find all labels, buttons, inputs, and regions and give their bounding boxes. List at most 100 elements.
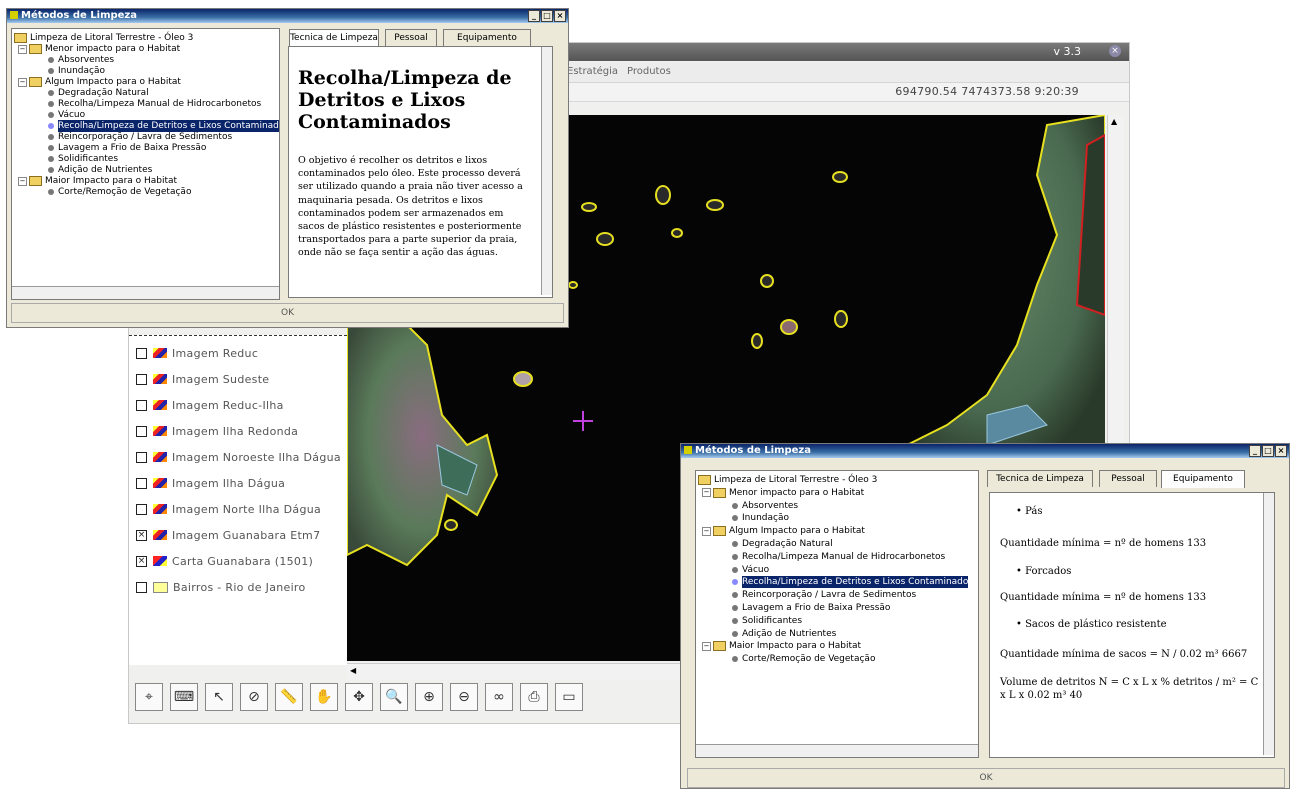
bullet-icon (48, 90, 54, 96)
dialog2-title: Métodos de Limpeza (695, 445, 811, 456)
bullet-icon (732, 605, 738, 611)
layer-row[interactable]: Bairros - Rio de Janeiro (136, 579, 306, 595)
tree-folder[interactable]: − Algum Impacto para o Habitat (702, 525, 865, 537)
zoom-out-icon[interactable]: ⊖ (450, 683, 478, 711)
image-layer-icon (153, 530, 167, 540)
tree-horizontal-scrollbar[interactable] (12, 286, 279, 299)
tree-item[interactable]: Degradação Natural (732, 538, 833, 550)
menu-produtos[interactable]: Produtos (627, 66, 671, 77)
tree-item[interactable]: Reincorporação / Lavra de Sedimentos (732, 589, 916, 601)
tree-item[interactable]: Inundação (732, 512, 789, 524)
tree-label: Algum Impacto para o Habitat (729, 526, 865, 537)
content-scrollbar[interactable] (541, 47, 552, 295)
tree-label: Menor impacto para o Habitat (729, 487, 865, 498)
tab-equipamento[interactable]: Equipamento (1161, 470, 1245, 488)
layer-row[interactable]: Imagem Reduc-Ilha (136, 397, 284, 413)
unchecked-checkbox[interactable] (136, 581, 147, 593)
unchecked-checkbox[interactable] (136, 503, 147, 515)
methods-tree[interactable]: Limpeza de Litoral Terrestre - Óleo 3− Me… (11, 28, 280, 300)
maximize-icon[interactable]: □ (541, 10, 553, 22)
tree-item[interactable]: Absorventes (732, 500, 798, 512)
layer-row[interactable]: × Imagem Guanabara Etm7 (136, 527, 320, 543)
no-entry-icon[interactable]: ⊘ (240, 683, 268, 711)
close-icon[interactable]: × (1275, 445, 1287, 457)
unchecked-checkbox[interactable] (136, 347, 147, 359)
layer-row[interactable]: Imagem Ilha Dágua (136, 475, 285, 491)
maximize-icon[interactable]: □ (1262, 445, 1274, 457)
tree-item[interactable]: Recolha/Limpeza Manual de Hidrocarboneto… (732, 551, 945, 563)
tree-item[interactable]: Corte/Remoção de Vegetação (732, 653, 875, 665)
pan-arrows-icon[interactable]: ✥ (345, 683, 373, 711)
tree-item[interactable]: Solidificantes (732, 615, 802, 627)
tree-label: Adição de Nutrientes (742, 628, 837, 639)
tree-folder[interactable]: Limpeza de Litoral Terrestre - Óleo 3 (698, 474, 877, 486)
tree-item[interactable]: Adição de Nutrientes (732, 628, 836, 640)
unchecked-checkbox[interactable] (136, 399, 147, 411)
close-icon[interactable]: × (554, 10, 566, 22)
equipment-item: • Forcados (1016, 565, 1278, 578)
tree-label: Recolha/Limpeza de Detritos e Lixos Cont… (742, 576, 969, 589)
printer-icon[interactable]: ⎙ (520, 683, 548, 711)
pointer-icon[interactable]: ↖ (205, 683, 233, 711)
image-layer-icon (153, 452, 167, 462)
menu-estrategia[interactable]: Estratégia (567, 66, 618, 77)
methods-tree[interactable]: Limpeza de Litoral Terrestre - Óleo 3 − Me… (695, 470, 979, 758)
hand-icon[interactable]: ✋ (310, 683, 338, 711)
minimize-icon[interactable]: _ (1249, 445, 1261, 457)
tab-pessoal[interactable]: Pessoal (385, 29, 437, 46)
ruler-icon[interactable]: 📏 (275, 683, 303, 711)
camera-icon[interactable]: ▭ (555, 683, 583, 711)
layer-row[interactable]: Imagem Sudeste (136, 371, 269, 387)
app-icon (684, 446, 692, 454)
layer-row[interactable]: Imagem Ilha Redonda (136, 423, 298, 439)
tree-horizontal-scrollbar[interactable] (696, 744, 978, 757)
equipment-content: • Pás Quantidade mínima = nº de homens 13… (989, 492, 1275, 758)
zoom-icon[interactable]: 🔍 (380, 683, 408, 711)
tree-item[interactable]: Corte/Remoção de Vegetação (48, 186, 191, 198)
polygon-layer-icon (153, 581, 168, 593)
binoculars-icon[interactable]: ∞ (485, 683, 513, 711)
close-icon[interactable]: × (1109, 45, 1121, 57)
checked-checkbox[interactable]: × (136, 555, 147, 567)
zoom-in-icon[interactable]: ⊕ (415, 683, 443, 711)
tree-folder[interactable]: − Maior Impacto para o Habitat (702, 640, 861, 652)
unchecked-checkbox[interactable] (136, 425, 147, 437)
checked-checkbox[interactable]: × (136, 529, 147, 541)
collapse-icon[interactable]: − (702, 488, 711, 498)
unchecked-checkbox[interactable] (136, 477, 147, 489)
layer-row[interactable]: Imagem Noroeste Ilha Dágua (136, 449, 341, 465)
keyboard-icon[interactable]: ⌨ (170, 683, 198, 711)
tab-tecnica-de-limpeza[interactable]: Tecnica de Limpeza (987, 470, 1093, 487)
layer-label: Imagem Ilha Dágua (172, 476, 286, 490)
collapse-icon[interactable]: − (18, 77, 27, 87)
collapse-icon[interactable]: − (18, 44, 27, 54)
content-text: Pás (1025, 506, 1043, 517)
scroll-left-icon[interactable]: ◀ (350, 666, 356, 675)
minimize-icon[interactable]: _ (528, 10, 540, 22)
unchecked-checkbox[interactable] (136, 373, 147, 385)
quantity-line: Volume de detritos N = C x L x % detrito… (1000, 676, 1262, 702)
tab-tecnica-de-limpeza[interactable]: Tecnica de Limpeza (289, 29, 379, 47)
bullet-icon (48, 134, 54, 140)
ok-button[interactable]: OK (687, 768, 1285, 788)
crosshair-icon[interactable]: ⌖ (135, 683, 163, 711)
layer-label: Imagem Reduc (172, 346, 259, 360)
tree-label: Maior Impacto para o Habitat (729, 641, 862, 652)
tab-pessoal[interactable]: Pessoal (1099, 470, 1157, 487)
layer-row[interactable]: × Carta Guanabara (1501) (136, 553, 313, 569)
collapse-icon[interactable]: − (702, 641, 711, 651)
bullet-icon (48, 123, 54, 129)
tree-item[interactable]: Vácuo (732, 564, 769, 576)
scroll-up-icon[interactable]: ▲ (1111, 117, 1117, 126)
layer-row[interactable]: Imagem Reduc (136, 345, 258, 361)
layer-label: Imagem Sudeste (172, 372, 270, 386)
layer-row[interactable]: Imagem Norte Ilha Dágua (136, 501, 321, 517)
collapse-icon[interactable]: − (702, 526, 711, 536)
unchecked-checkbox[interactable] (136, 451, 147, 463)
tree-folder[interactable]: − Menor impacto para o Habitat (702, 487, 864, 499)
tab-equipamento[interactable]: Equipamento (443, 29, 531, 46)
ok-button[interactable]: OK (11, 303, 564, 323)
tree-item[interactable]: Lavagem a Frio de Baixa Pressão (732, 602, 890, 614)
collapse-icon[interactable]: − (18, 176, 27, 186)
tree-item[interactable]: Recolha/Limpeza de Detritos e Lixos Cont… (732, 576, 969, 589)
